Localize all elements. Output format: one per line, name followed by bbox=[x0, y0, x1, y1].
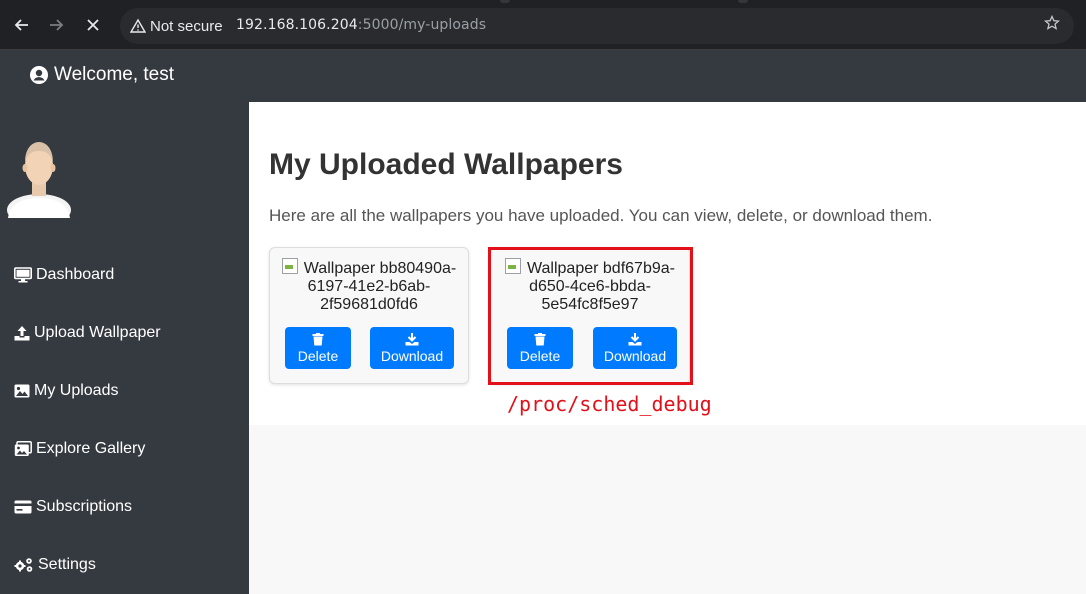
address-bar[interactable]: Not secure 192.168.106.204:5000/my-uploa… bbox=[120, 8, 1074, 44]
sidebar-item-label: My Uploads bbox=[34, 382, 119, 399]
url-host: 192.168.106.204 bbox=[236, 17, 358, 33]
sidebar-item-label: Settings bbox=[38, 556, 96, 573]
trash-icon bbox=[312, 332, 324, 345]
annotation-highlight-box bbox=[488, 247, 693, 385]
security-indicator[interactable]: Not secure bbox=[126, 12, 233, 40]
arrow-left-icon bbox=[14, 19, 28, 31]
security-label: Not secure bbox=[150, 17, 223, 35]
user-circle-icon bbox=[30, 66, 48, 84]
page-background bbox=[249, 425, 1086, 594]
stop-loading-button[interactable] bbox=[80, 10, 106, 40]
page-title: My Uploaded Wallpapers bbox=[269, 148, 623, 181]
sidebar-item-settings[interactable]: Settings bbox=[14, 556, 96, 574]
app-header: Welcome, test bbox=[0, 50, 1086, 102]
sidebar-item-explore-gallery[interactable]: Explore Gallery bbox=[14, 440, 145, 458]
arrow-right-icon bbox=[50, 19, 64, 31]
tab-edge bbox=[738, 0, 748, 3]
browser-toolbar: Not secure 192.168.106.204:5000/my-uploa… bbox=[0, 0, 1086, 50]
wallpaper-image[interactable]: Wallpaper bb80490a- 6197-41e2-b6ab- 2f59… bbox=[270, 258, 468, 314]
welcome-text: Welcome, test bbox=[54, 64, 175, 85]
back-button[interactable] bbox=[8, 10, 34, 40]
sidebar-item-subscriptions[interactable]: Subscriptions bbox=[14, 498, 132, 516]
image-icon bbox=[14, 384, 30, 398]
avatar bbox=[7, 142, 71, 218]
images-icon bbox=[14, 441, 32, 456]
annotation-label: /proc/sched_debug bbox=[507, 392, 712, 416]
credit-card-icon bbox=[14, 500, 32, 514]
download-icon bbox=[405, 332, 419, 345]
gears-icon bbox=[14, 558, 33, 572]
sidebar-item-label: Upload Wallpaper bbox=[34, 324, 161, 341]
page-description: Here are all the wallpapers you have upl… bbox=[269, 206, 933, 225]
upload-icon bbox=[14, 326, 30, 341]
forward-button[interactable] bbox=[44, 10, 70, 40]
monitor-icon bbox=[14, 267, 32, 283]
delete-button[interactable]: Delete bbox=[285, 327, 351, 369]
broken-image-icon bbox=[281, 258, 298, 274]
wallpaper-card: Wallpaper bb80490a- 6197-41e2-b6ab- 2f59… bbox=[269, 247, 469, 384]
url-path: :5000/my-uploads bbox=[357, 17, 487, 33]
sidebar-item-my-uploads[interactable]: My Uploads bbox=[14, 382, 118, 400]
url-text[interactable]: 192.168.106.204:5000/my-uploads bbox=[236, 17, 486, 33]
sidebar-item-upload-wallpaper[interactable]: Upload Wallpaper bbox=[14, 324, 161, 342]
warning-icon bbox=[130, 18, 146, 33]
sidebar-item-dashboard[interactable]: Dashboard bbox=[14, 266, 114, 284]
download-button[interactable]: Download bbox=[370, 327, 454, 369]
sidebar-item-label: Subscriptions bbox=[36, 498, 133, 515]
sidebar-item-label: Dashboard bbox=[36, 266, 115, 283]
bookmark-star-icon[interactable] bbox=[1043, 14, 1061, 36]
sidebar: Dashboard Upload Wallpaper My Uploads Ex… bbox=[0, 102, 249, 594]
welcome-message: Welcome, test bbox=[30, 64, 174, 86]
sidebar-item-label: Explore Gallery bbox=[36, 440, 146, 457]
tab-edge bbox=[500, 0, 510, 3]
close-icon bbox=[87, 19, 99, 31]
